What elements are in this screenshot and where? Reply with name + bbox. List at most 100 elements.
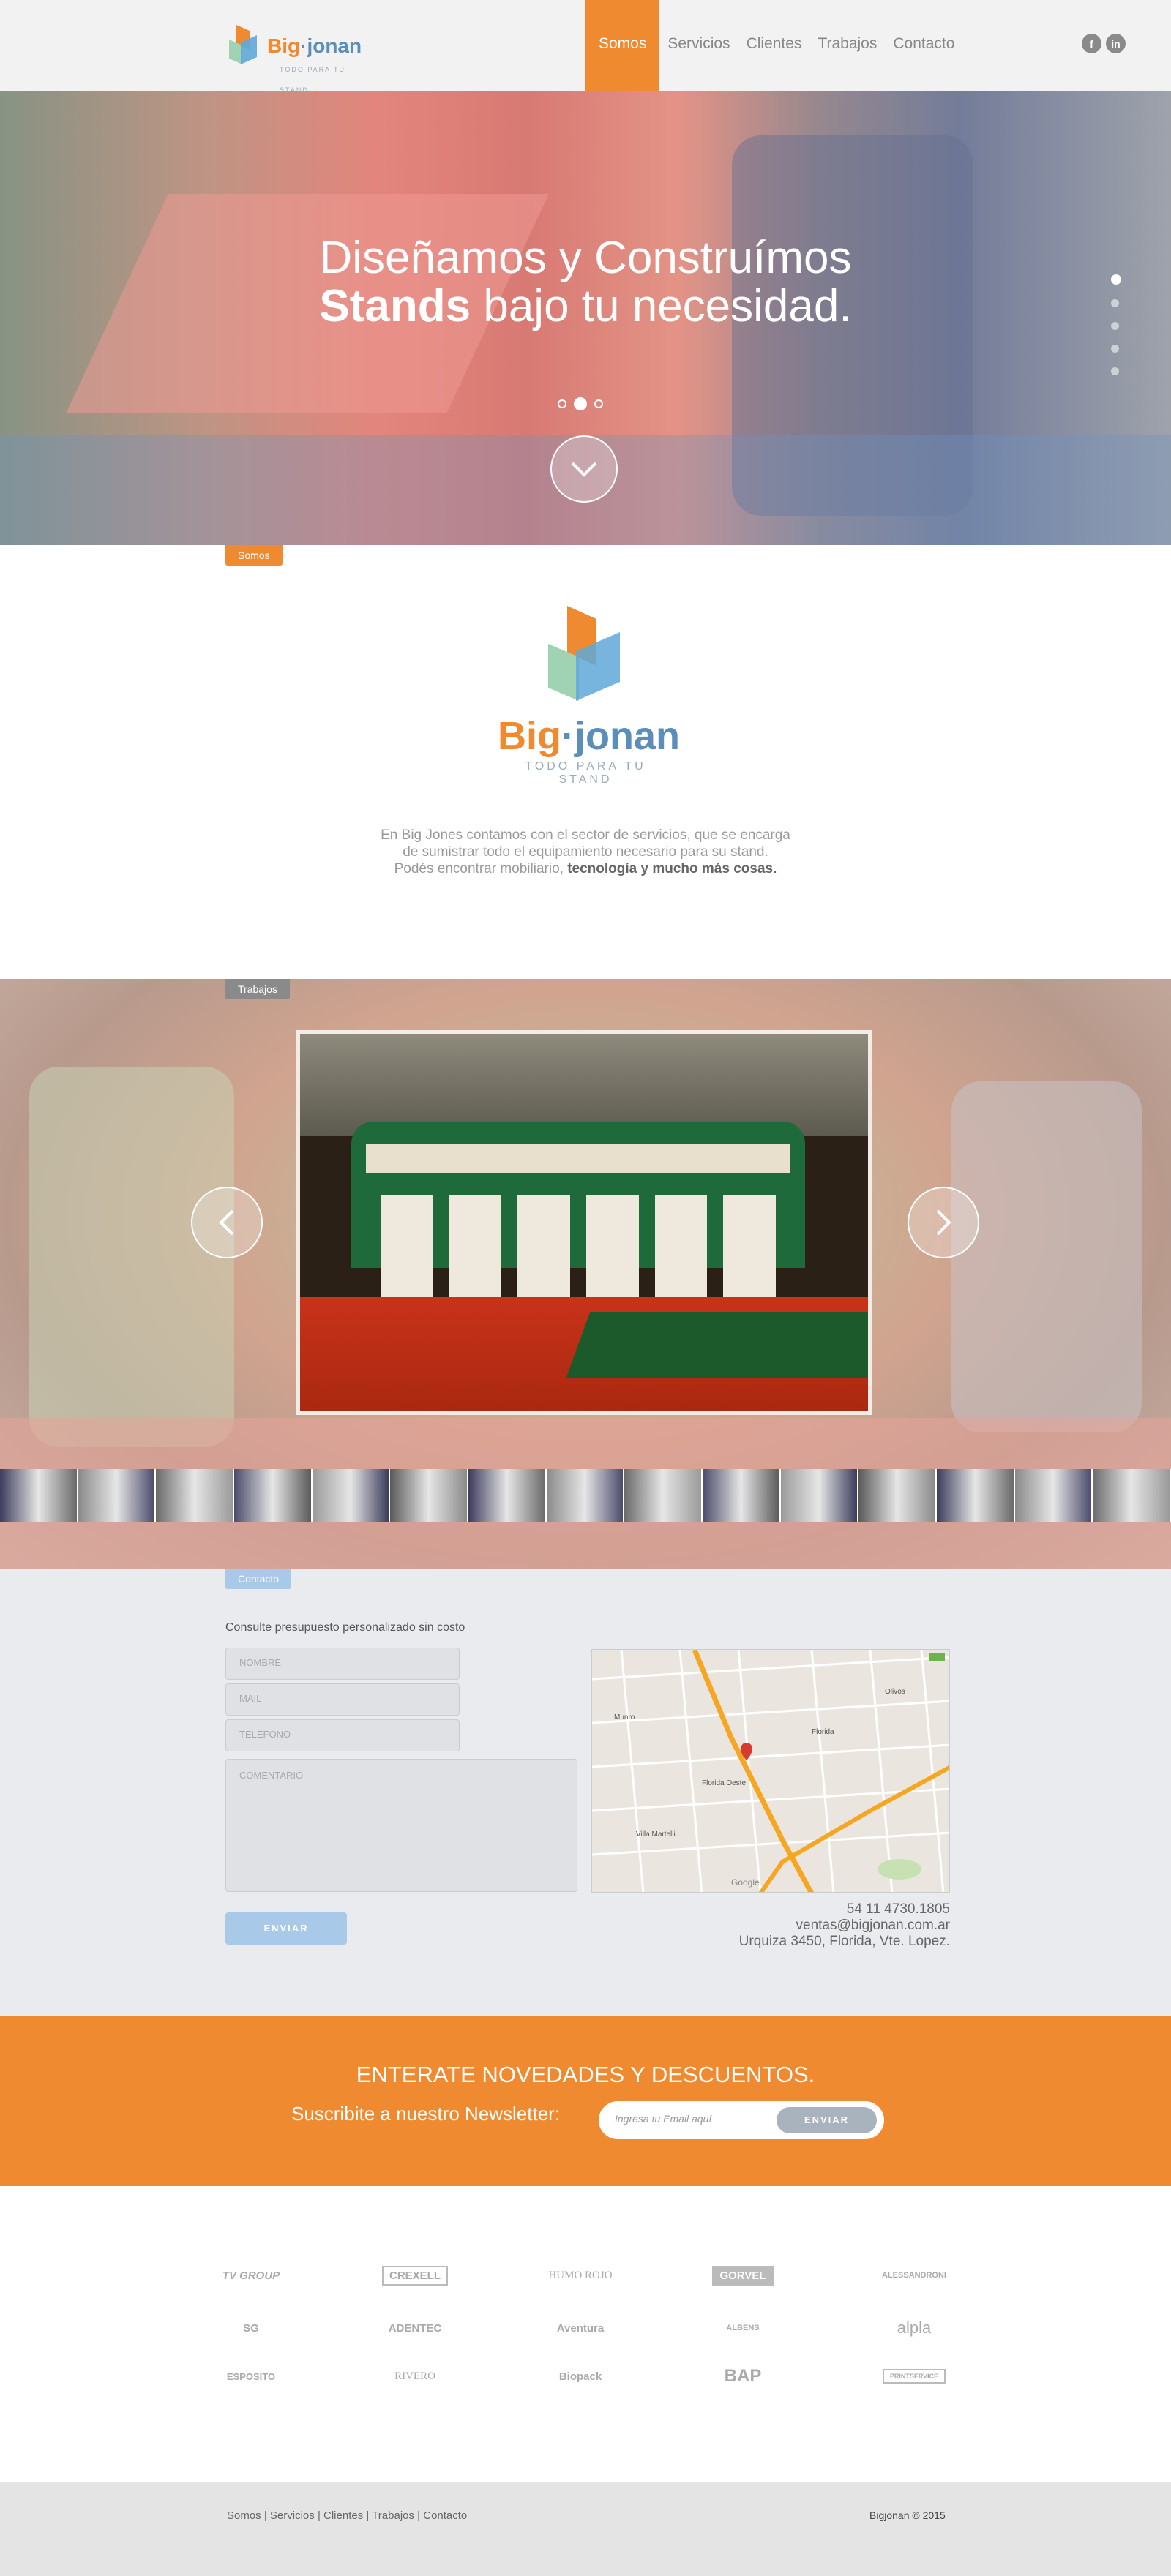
brand-jonan: jonan <box>307 34 362 57</box>
nav-contacto[interactable]: Contacto <box>885 0 962 91</box>
client-logo: Biopack <box>558 2370 602 2383</box>
footer-link-trabajos[interactable]: Trabajos <box>372 2509 414 2522</box>
footer-links: Somos | Servicios | Clientes | Trabajos … <box>227 2509 468 2522</box>
section-dot[interactable] <box>1111 322 1119 330</box>
mail-field[interactable]: MAIL <box>225 1683 460 1716</box>
facebook-icon[interactable]: f <box>1082 34 1101 53</box>
slide-dot[interactable] <box>558 399 566 408</box>
gallery-thumbnail[interactable] <box>234 1469 313 1522</box>
section-tag-somos: Somos <box>225 545 283 566</box>
gallery-thumbnail[interactable] <box>468 1469 547 1522</box>
nav-trabajos[interactable]: Trabajos <box>809 0 885 91</box>
somos-description: En Big Jones contamos con el sector de s… <box>293 827 878 877</box>
gallery-thumbnail[interactable] <box>156 1469 235 1522</box>
gallery-prev-button[interactable] <box>191 1187 263 1258</box>
gallery-thumbnail[interactable] <box>1014 1469 1093 1522</box>
gallery-thumbnail[interactable] <box>1093 1469 1171 1522</box>
footer-copyright: Bigjonan © 2015 <box>869 2509 946 2521</box>
gallery-bg-blur <box>951 1081 1142 1432</box>
section-tag-contacto: Contacto <box>225 1569 292 1589</box>
gallery-thumbnail[interactable] <box>546 1469 625 1522</box>
contact-info: 54 11 4730.1805 ventas@bigjonan.com.ar U… <box>591 1901 950 1950</box>
gallery-thumbnail[interactable] <box>858 1469 938 1522</box>
site-footer: Somos | Servicios | Clientes | Trabajos … <box>0 2482 1171 2576</box>
client-logo: SG <box>243 2321 259 2335</box>
gallery-next-button[interactable] <box>908 1187 979 1258</box>
contact-address: Urquiza 3450, Florida, Vte. Lopez. <box>738 1934 950 1949</box>
map-label: Florida Oeste <box>702 1779 746 1787</box>
clients-section: TV GROUP CREXELL HUMO ROJO GORVEL ALESSA… <box>0 2186 1171 2482</box>
header-logo[interactable]: Big·jonan TODO PARA TU STAND <box>225 20 362 94</box>
chevron-down-icon <box>571 462 597 477</box>
slide-dot-active[interactable] <box>574 397 587 410</box>
gallery-thumbnail[interactable] <box>780 1469 859 1522</box>
nav-clientes[interactable]: Clientes <box>738 0 810 91</box>
photo-ceiling <box>300 1034 868 1136</box>
section-dot[interactable] <box>1111 345 1119 353</box>
contact-phone: 54 11 4730.1805 <box>846 1901 950 1917</box>
gallery-thumbnails <box>0 1469 1171 1522</box>
gallery-thumbnail[interactable] <box>624 1469 703 1522</box>
footer-link-clientes[interactable]: Clientes <box>323 2509 363 2522</box>
section-dot[interactable] <box>1111 299 1119 307</box>
gallery-thumbnail[interactable] <box>312 1469 391 1522</box>
comentario-field[interactable]: COMENTARIO <box>225 1759 577 1892</box>
client-logo: Aventura <box>556 2321 605 2335</box>
client-logo-text: GORVEL <box>712 2265 774 2286</box>
main-nav: Somos Servicios Clientes Trabajos Contac… <box>586 0 962 91</box>
trabajos-gallery <box>0 979 1171 1569</box>
client-logo-text: PRINTSERVICE <box>882 2369 946 2384</box>
nav-somos[interactable]: Somos <box>586 0 660 91</box>
contact-title: Consulte presupuesto personalizado sin c… <box>225 1621 465 1634</box>
cube-logo-icon <box>548 606 620 701</box>
newsletter-email-input[interactable]: Ingresa tu Email aquí <box>615 2113 711 2125</box>
client-logo: ESPOSITO <box>226 2370 276 2382</box>
section-dot[interactable] <box>1111 367 1119 375</box>
section-tag-trabajos: Trabajos <box>225 979 290 999</box>
section-dots <box>1111 274 1121 375</box>
gallery-main-photo[interactable] <box>296 1030 872 1415</box>
hero-headline: Diseñamos y Construímos Stands bajo tu n… <box>0 234 1171 331</box>
footer-link-somos[interactable]: Somos <box>227 2509 261 2522</box>
contact-send-button[interactable]: ENVIAR <box>225 1912 347 1945</box>
gallery-thumbnail[interactable] <box>390 1469 469 1522</box>
scroll-down-button[interactable] <box>550 435 618 503</box>
somos-text-line: Podés encontrar mobiliario, <box>394 861 568 876</box>
contact-email[interactable]: ventas@bigjonan.com.ar <box>591 1918 950 1934</box>
map-graphic: Munro Florida Florida Oeste Villa Martel… <box>592 1650 949 1892</box>
gallery-thumbnail[interactable] <box>0 1469 78 1522</box>
photo-green-carpet <box>566 1312 868 1378</box>
section-dot-active[interactable] <box>1111 274 1121 285</box>
slide-dot[interactable] <box>594 399 603 408</box>
map-label: Olivos <box>885 1688 905 1696</box>
client-logo: ALESSANDRONI <box>881 2271 946 2280</box>
social-links: f in <box>1082 34 1126 53</box>
somos-brand-big: Big <box>498 714 561 758</box>
map-label: Munro <box>614 1713 635 1721</box>
nombre-field[interactable]: NOMBRE <box>225 1648 460 1680</box>
telefono-field[interactable]: TELÉFONO <box>225 1719 460 1751</box>
hero-slide-dots <box>558 397 603 410</box>
client-logo: BAP <box>724 2366 762 2386</box>
client-logo: HUMO ROJO <box>548 2269 613 2281</box>
nav-servicios[interactable]: Servicios <box>659 0 738 91</box>
chevron-right-icon <box>936 1209 951 1236</box>
photo-booth-pillars <box>381 1195 777 1312</box>
newsletter-send-button[interactable]: ENVIAR <box>777 2107 877 2133</box>
somos-logo: Big·jonan TODO PARA TU STAND <box>498 600 680 786</box>
linkedin-icon[interactable]: in <box>1106 34 1126 53</box>
location-map[interactable]: Munro Florida Florida Oeste Villa Martel… <box>591 1649 950 1893</box>
newsletter-section: ENTERATE NOVEDADES Y DESCUENTOS. Suscrib… <box>0 2016 1171 2186</box>
somos-tagline: TODO PARA TU STAND <box>525 760 646 786</box>
footer-link-contacto[interactable]: Contacto <box>423 2509 467 2522</box>
footer-link-servicios[interactable]: Servicios <box>270 2509 315 2522</box>
gallery-thumbnail[interactable] <box>703 1469 781 1522</box>
gallery-thumbnail[interactable] <box>937 1469 1015 1522</box>
map-label: Google <box>731 1877 760 1888</box>
client-logo-text: CREXELL <box>381 2265 448 2286</box>
gallery-bg-blur <box>29 1067 234 1447</box>
gallery-thumbnail[interactable] <box>78 1469 157 1522</box>
hero-line2-bold: Stands <box>319 281 471 331</box>
chevron-left-icon <box>219 1209 234 1236</box>
newsletter-title: ENTERATE NOVEDADES Y DESCUENTOS. <box>356 2062 815 2087</box>
